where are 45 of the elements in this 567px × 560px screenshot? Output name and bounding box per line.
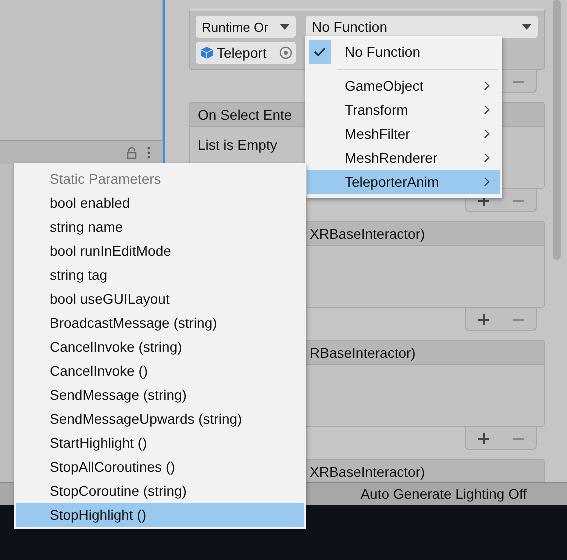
chevron-right-icon xyxy=(484,177,490,187)
object-field[interactable]: Teleport xyxy=(196,42,296,64)
menu-item[interactable]: StopHighlight () xyxy=(16,503,304,527)
menu-item[interactable]: StartHighlight () xyxy=(16,431,304,455)
menu-item[interactable]: bool runInEditMode xyxy=(16,239,304,263)
chevron-right-icon xyxy=(484,153,490,163)
lock-icon[interactable] xyxy=(127,146,137,158)
menu-item[interactable]: SendMessage (string) xyxy=(16,383,304,407)
cube-icon xyxy=(200,46,214,60)
section-title: RBaseInteractor) xyxy=(310,344,416,360)
section-title: XRBaseInteractor) xyxy=(310,226,426,242)
menu-item[interactable]: SendMessageUpwards (string) xyxy=(16,407,304,431)
menu-item[interactable]: string name xyxy=(16,215,304,239)
menu-item[interactable]: string tag xyxy=(16,263,304,287)
add-icon[interactable] xyxy=(478,314,489,324)
status-text: Auto Generate Lighting Off xyxy=(360,486,527,502)
menu-item[interactable]: CancelInvoke (string) xyxy=(16,335,304,359)
runtime-dropdown[interactable]: Runtime Or xyxy=(196,16,296,38)
dropdown-arrow-icon xyxy=(522,24,532,30)
submenu-item[interactable]: MeshFilter xyxy=(307,122,500,146)
submenu-item[interactable]: Transform xyxy=(307,98,500,122)
checkmark-icon xyxy=(314,47,326,57)
function-dropdown[interactable]: No Function xyxy=(306,16,538,38)
dropdown-arrow-icon xyxy=(280,24,290,30)
target-icon[interactable] xyxy=(279,46,293,60)
menu-item[interactable]: CancelInvoke () xyxy=(16,359,304,383)
add-icon[interactable] xyxy=(478,432,489,444)
menu-item[interactable]: StopAllCoroutines () xyxy=(16,455,304,479)
menu-item[interactable]: bool enabled xyxy=(16,191,304,215)
submenu-item[interactable]: MeshRenderer xyxy=(307,146,500,170)
chevron-right-icon xyxy=(484,129,490,139)
chevron-right-icon xyxy=(484,81,490,91)
chevron-right-icon xyxy=(484,105,490,115)
menu-item[interactable]: No Function xyxy=(307,38,500,66)
submenu-item[interactable]: GameObject xyxy=(307,74,500,98)
section-title: On Select Ente xyxy=(198,106,292,122)
menu-item[interactable]: bool useGUILayout xyxy=(16,287,304,311)
submenu-item[interactable]: TeleporterAnim xyxy=(307,170,500,194)
menu-item[interactable]: BroadcastMessage (string) xyxy=(16,311,304,335)
section-title: XRBaseInteractor) xyxy=(310,464,426,480)
scrollbar[interactable] xyxy=(553,0,561,260)
menu-item[interactable]: StopCoroutine (string) xyxy=(16,479,304,503)
more-icon[interactable] xyxy=(147,146,151,158)
menu-header: Static Parameters xyxy=(49,170,162,189)
empty-list-text: List is Empty xyxy=(198,137,278,153)
